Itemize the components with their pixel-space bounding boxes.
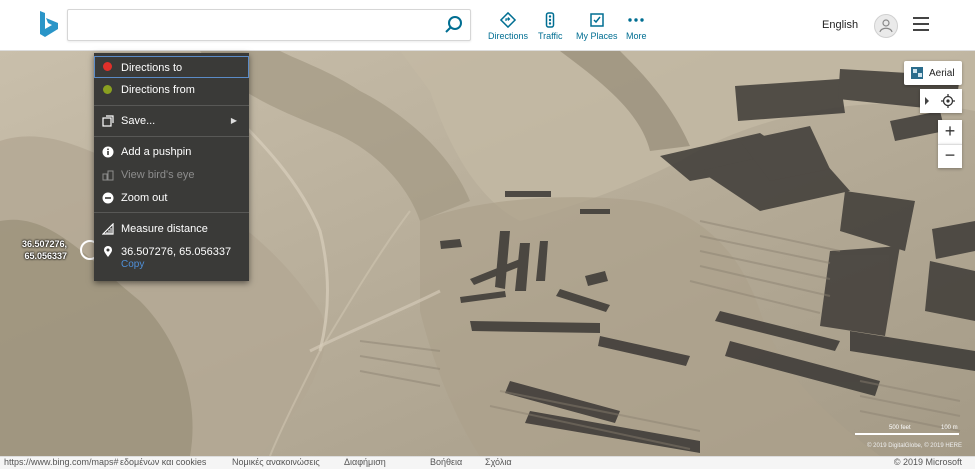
locate-me-icon[interactable] bbox=[940, 93, 956, 109]
menu-directions-to-label: Directions to bbox=[121, 62, 183, 74]
search-icon[interactable] bbox=[444, 15, 464, 35]
aerial-icon bbox=[911, 67, 923, 79]
red-dot-icon bbox=[103, 62, 112, 71]
menu-directions-from-label: Directions from bbox=[121, 84, 195, 96]
location-pin-icon bbox=[104, 246, 112, 257]
language-selector[interactable]: English bbox=[822, 19, 858, 31]
submenu-arrow-icon: ▶ bbox=[230, 116, 237, 125]
map-style-label: Aerial bbox=[929, 68, 955, 79]
footer: https://www.bing.com/maps# εδομένων και … bbox=[0, 456, 975, 469]
menu-save-label: Save... bbox=[121, 115, 156, 127]
copy-coordinates-link[interactable]: Copy bbox=[121, 259, 144, 270]
nav-traffic-button[interactable]: Traffic bbox=[538, 12, 563, 41]
nav-my-places-label: My Places bbox=[576, 31, 618, 41]
menu-zoom-out-label: Zoom out bbox=[121, 192, 168, 204]
menu-add-pushpin[interactable]: Add a pushpin bbox=[94, 141, 249, 163]
search-input[interactable] bbox=[76, 14, 440, 36]
imagery-credits: © 2019 DigitalGlobe, © 2019 HERE bbox=[867, 443, 962, 449]
save-icon bbox=[102, 115, 114, 127]
menu-zoom-out[interactable]: Zoom out bbox=[94, 187, 249, 209]
search-box bbox=[67, 9, 471, 41]
menu-save[interactable]: Save... ▶ bbox=[94, 110, 249, 132]
nav-more-label: More bbox=[626, 31, 647, 41]
footer-link-legal[interactable]: Νομικές ανακοινώσεις bbox=[232, 457, 320, 467]
user-icon bbox=[879, 19, 893, 33]
footer-link-help[interactable]: Βοήθεια bbox=[430, 457, 462, 467]
nav-directions-button[interactable]: Directions bbox=[488, 12, 528, 41]
locate-me-control bbox=[920, 89, 962, 113]
bing-logo[interactable] bbox=[38, 10, 60, 38]
menu-view-birds-eye: View bird's eye bbox=[94, 164, 249, 186]
scale-meters-label: 100 m bbox=[941, 425, 958, 431]
traffic-icon bbox=[546, 12, 555, 28]
menu-divider bbox=[94, 212, 249, 213]
menu-directions-to[interactable]: Directions to bbox=[94, 56, 249, 78]
footer-link-advertise[interactable]: Διαφήμιση bbox=[344, 457, 386, 467]
top-bar: Directions Traffic My Places More Englis… bbox=[0, 0, 975, 51]
nav-traffic-label: Traffic bbox=[538, 31, 563, 41]
menu-divider bbox=[94, 105, 249, 106]
menu-coordinates: 36.507276, 65.056337 bbox=[94, 241, 249, 263]
hamburger-menu-icon[interactable] bbox=[913, 17, 929, 31]
pin-coordinate-lon: 65.056337 bbox=[24, 251, 68, 261]
menu-measure-distance[interactable]: Measure distance bbox=[94, 218, 249, 240]
footer-link-privacy[interactable]: εδομένων και cookies bbox=[120, 457, 206, 467]
scale-bar bbox=[855, 433, 959, 435]
nav-directions-label: Directions bbox=[488, 31, 529, 41]
birds-eye-icon bbox=[102, 170, 114, 181]
my-places-icon bbox=[590, 13, 604, 27]
more-icon bbox=[628, 18, 644, 22]
zoom-in-button[interactable]: + bbox=[938, 120, 962, 144]
nav-more-button[interactable]: More bbox=[626, 12, 647, 41]
pin-coordinate-lat: 36.507276, bbox=[22, 239, 68, 249]
map-context-menu: Directions to Directions from Save... ▶ … bbox=[94, 53, 249, 281]
zoom-out-button[interactable]: − bbox=[938, 144, 962, 168]
expand-arrow-icon[interactable] bbox=[922, 95, 932, 107]
nav-my-places-button[interactable]: My Places bbox=[576, 12, 618, 41]
pin-coordinate-label: 36.507276, 65.056337 bbox=[22, 238, 67, 262]
info-icon bbox=[102, 146, 114, 158]
directions-icon bbox=[500, 12, 516, 28]
footer-url: https://www.bing.com/maps# bbox=[4, 457, 119, 467]
menu-directions-from[interactable]: Directions from bbox=[94, 79, 249, 101]
zoom-out-icon bbox=[102, 192, 114, 204]
menu-measure-distance-label: Measure distance bbox=[121, 223, 208, 235]
footer-copyright: © 2019 Microsoft bbox=[893, 457, 962, 467]
scale-feet-label: 500 feet bbox=[889, 425, 911, 431]
footer-link-feedback[interactable]: Σχόλια bbox=[485, 457, 512, 467]
green-dot-icon bbox=[103, 85, 112, 94]
map-style-aerial-button[interactable]: Aerial bbox=[904, 61, 962, 85]
menu-add-pushpin-label: Add a pushpin bbox=[121, 146, 192, 158]
menu-view-birds-eye-label: View bird's eye bbox=[121, 169, 195, 181]
menu-divider bbox=[94, 136, 249, 137]
avatar[interactable] bbox=[874, 14, 898, 38]
ruler-icon bbox=[102, 223, 114, 235]
